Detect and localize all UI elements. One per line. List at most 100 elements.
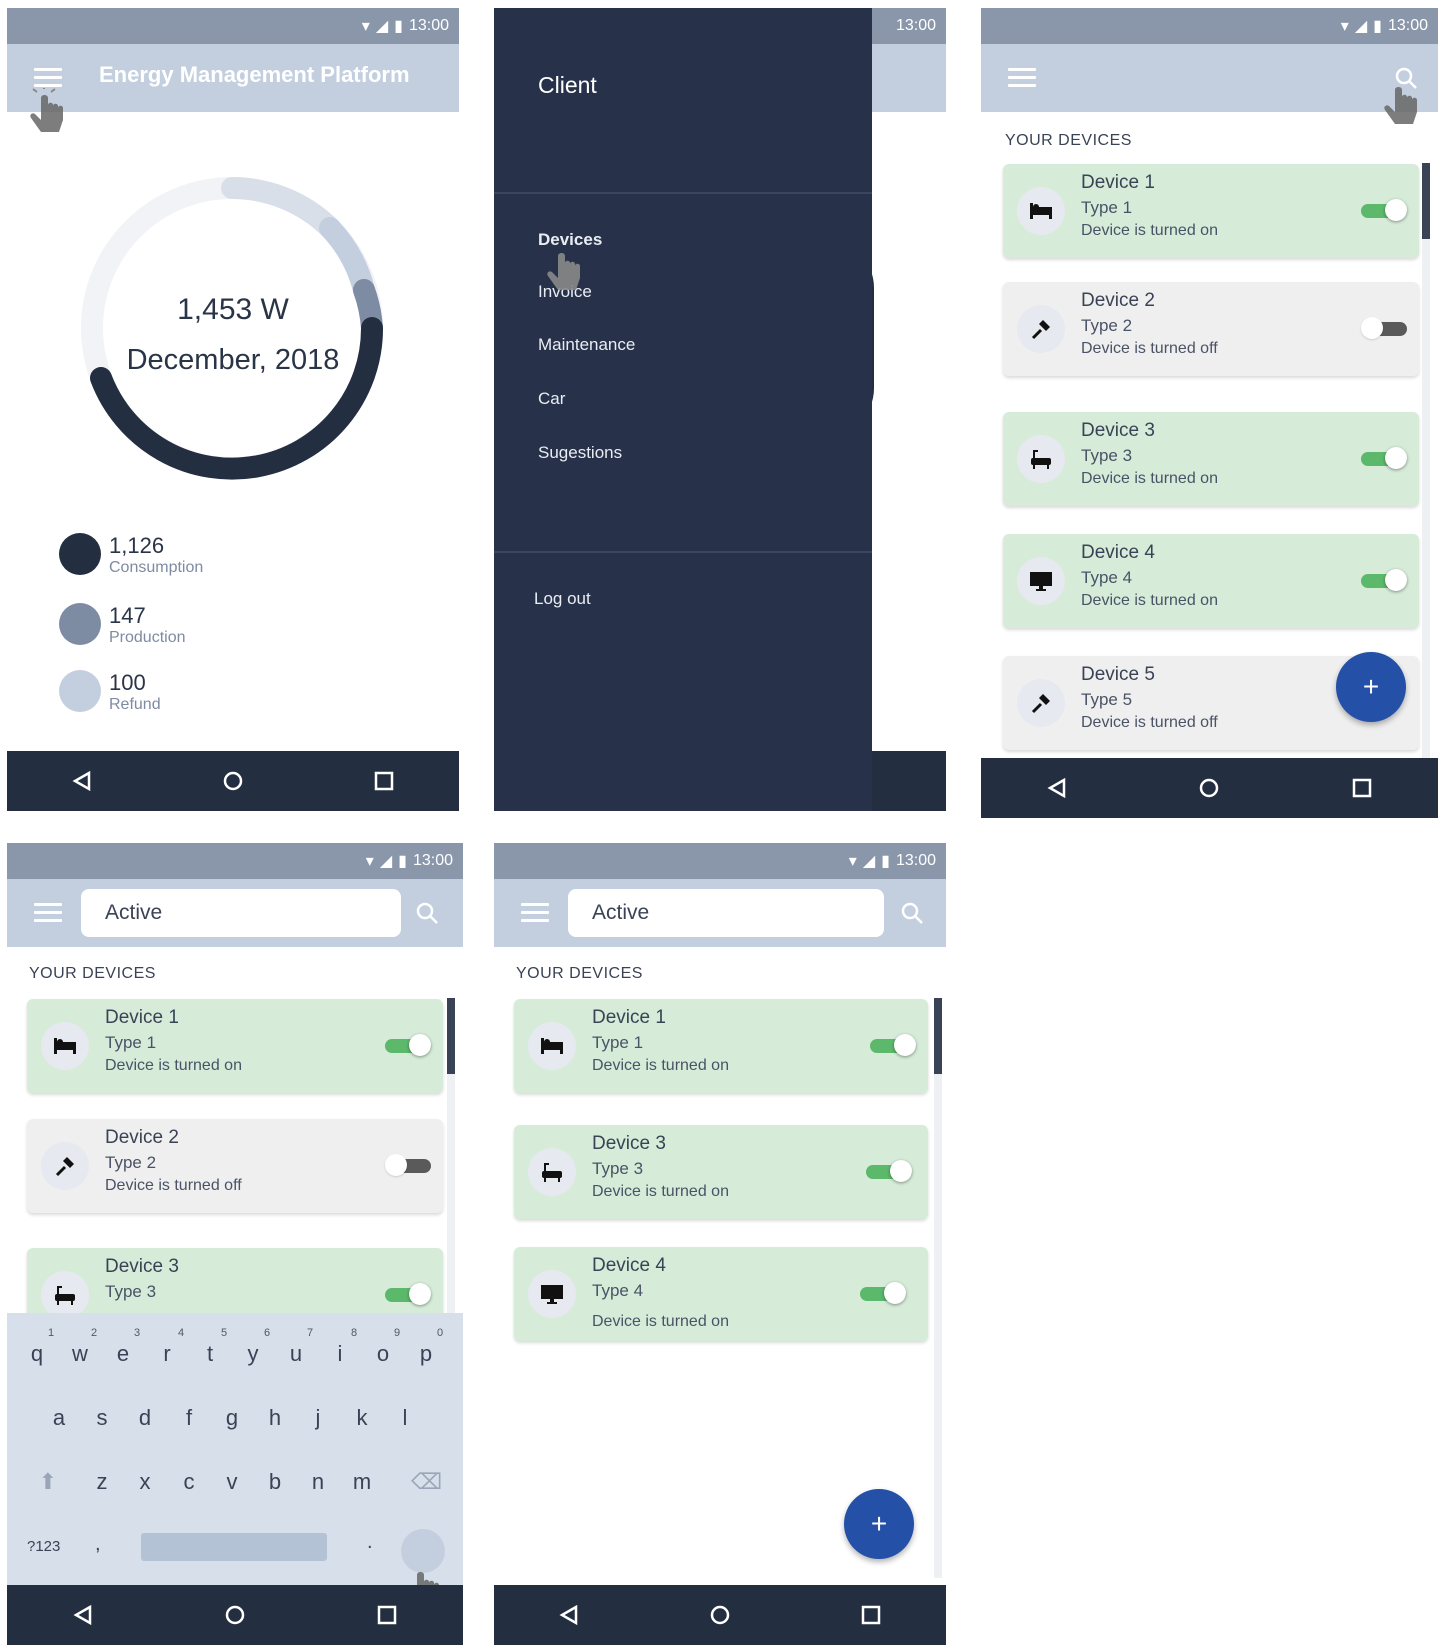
device-name: Device 4	[592, 1255, 666, 1276]
key-r[interactable]: r	[152, 1341, 182, 1367]
back-icon[interactable]	[1037, 768, 1077, 808]
device-toggle[interactable]	[866, 1160, 912, 1182]
add-device-button[interactable]: +	[1336, 652, 1406, 722]
screen-device-list: ▾ ◢ ▮ 13:00 YOUR DEVICES Device 1 Type 1…	[981, 8, 1438, 818]
app-bar: Active	[494, 879, 946, 947]
key-p[interactable]: p	[411, 1341, 441, 1367]
device-toggle[interactable]	[1361, 447, 1407, 469]
key-g[interactable]: g	[217, 1405, 247, 1431]
key-j[interactable]: j	[303, 1405, 333, 1431]
screen-filtered-list: ▾ ◢ ▮ 13:00 Active YOUR DEVICES Device 1…	[494, 843, 946, 1645]
key-l[interactable]: l	[390, 1405, 420, 1431]
device-toggle[interactable]	[385, 1154, 431, 1176]
device-type: Type 3	[592, 1159, 644, 1178]
scrollbar-thumb[interactable]	[447, 998, 455, 1074]
recents-icon[interactable]	[1342, 768, 1382, 808]
key-z[interactable]: z	[87, 1469, 117, 1495]
search-icon[interactable]	[415, 901, 439, 925]
key-f[interactable]: f	[174, 1405, 204, 1431]
key-w[interactable]: w	[65, 1341, 95, 1367]
key-x[interactable]: x	[130, 1469, 160, 1495]
menu-icon[interactable]	[34, 903, 62, 923]
key-e[interactable]: e	[108, 1341, 138, 1367]
status-bar: ▾ ◢ ▮ 13:00	[7, 843, 463, 879]
recents-icon[interactable]	[364, 761, 404, 801]
drawer-divider	[494, 192, 872, 194]
search-icon[interactable]	[900, 901, 924, 925]
menu-item-sugestions[interactable]: Sugestions	[538, 443, 622, 463]
menu-item-car[interactable]: Car	[538, 389, 565, 409]
scrollbar-thumb[interactable]	[934, 998, 942, 1074]
menu-icon[interactable]	[521, 903, 549, 923]
key-u[interactable]: u	[281, 1341, 311, 1367]
key-n[interactable]: n	[303, 1469, 333, 1495]
key-i[interactable]: i	[325, 1341, 355, 1367]
key-a[interactable]: a	[44, 1405, 74, 1431]
home-icon[interactable]	[213, 761, 253, 801]
menu-item-logout[interactable]: Log out	[534, 589, 591, 609]
system-nav-bar	[7, 1585, 463, 1645]
key-v[interactable]: v	[217, 1469, 247, 1495]
key-b[interactable]: b	[260, 1469, 290, 1495]
device-card[interactable]: Device 1 Type 1 Device is turned on	[27, 999, 443, 1093]
key-period[interactable]: .	[367, 1531, 373, 1554]
back-icon[interactable]	[62, 761, 102, 801]
key-hint: 6	[263, 1327, 271, 1339]
backspace-icon[interactable]: ⌫	[411, 1469, 442, 1495]
back-icon[interactable]	[63, 1595, 103, 1635]
scrollbar[interactable]	[934, 998, 942, 1578]
key-s[interactable]: s	[87, 1405, 117, 1431]
add-device-button[interactable]: +	[844, 1489, 914, 1559]
key-comma[interactable]: ,	[95, 1533, 101, 1556]
drawer-divider	[494, 551, 872, 553]
recents-icon[interactable]	[367, 1595, 407, 1635]
device-card[interactable]: Device 1 Type 1 Device is turned on	[1003, 164, 1419, 258]
key-hint: 7	[306, 1327, 314, 1339]
device-toggle[interactable]	[1361, 199, 1407, 221]
device-toggle[interactable]	[1361, 569, 1407, 591]
home-icon[interactable]	[700, 1595, 740, 1635]
device-name: Device 3	[1081, 420, 1155, 441]
scrollbar-thumb[interactable]	[1422, 163, 1430, 239]
menu-item-maintenance[interactable]: Maintenance	[538, 335, 635, 355]
key-d[interactable]: d	[130, 1405, 160, 1431]
recents-icon[interactable]	[851, 1595, 891, 1635]
legend-dot	[59, 670, 101, 712]
scrollbar[interactable]	[447, 998, 455, 1358]
device-card[interactable]: Device 2 Type 2 Device is turned off	[1003, 282, 1419, 376]
key-o[interactable]: o	[368, 1341, 398, 1367]
device-card[interactable]: Device 4 Type 4 Device is turned on	[514, 1247, 928, 1341]
key-c[interactable]: c	[174, 1469, 204, 1495]
drawer-title: Client	[538, 72, 597, 98]
search-input[interactable]: Active	[568, 889, 884, 937]
key-m[interactable]: m	[347, 1469, 377, 1495]
search-input[interactable]: Active	[81, 889, 401, 937]
key-k[interactable]: k	[347, 1405, 377, 1431]
key-q[interactable]: q	[22, 1341, 52, 1367]
key-y[interactable]: y	[238, 1341, 268, 1367]
device-toggle[interactable]	[860, 1282, 906, 1304]
gauge-value: 1,453 W	[177, 293, 289, 326]
key-symbols[interactable]: ?123	[27, 1538, 60, 1555]
menu-icon[interactable]	[1008, 68, 1036, 88]
back-icon[interactable]	[549, 1595, 589, 1635]
home-icon[interactable]	[215, 1595, 255, 1635]
device-toggle[interactable]	[385, 1283, 431, 1305]
scrollbar[interactable]	[1422, 163, 1430, 773]
spacebar[interactable]	[141, 1533, 327, 1561]
device-card[interactable]: Device 4 Type 4 Device is turned on	[1003, 534, 1419, 628]
device-type: Type 3	[1081, 446, 1133, 465]
shift-icon[interactable]: ⬆	[33, 1469, 63, 1495]
key-h[interactable]: h	[260, 1405, 290, 1431]
device-card[interactable]: Device 2 Type 2 Device is turned off	[27, 1119, 443, 1213]
menu-icon[interactable]	[34, 68, 62, 88]
device-card[interactable]: Device 1 Type 1 Device is turned on	[514, 999, 928, 1093]
device-card[interactable]: Device 3 Type 3 Device is turned on	[514, 1125, 928, 1219]
device-toggle[interactable]	[870, 1034, 916, 1056]
device-card[interactable]: Device 3 Type 3 Device is turned on	[1003, 412, 1419, 506]
home-icon[interactable]	[1189, 768, 1229, 808]
device-toggle[interactable]	[385, 1034, 431, 1056]
key-t[interactable]: t	[195, 1341, 225, 1367]
device-name: Device 1	[1081, 172, 1155, 193]
device-toggle[interactable]	[1361, 317, 1407, 339]
